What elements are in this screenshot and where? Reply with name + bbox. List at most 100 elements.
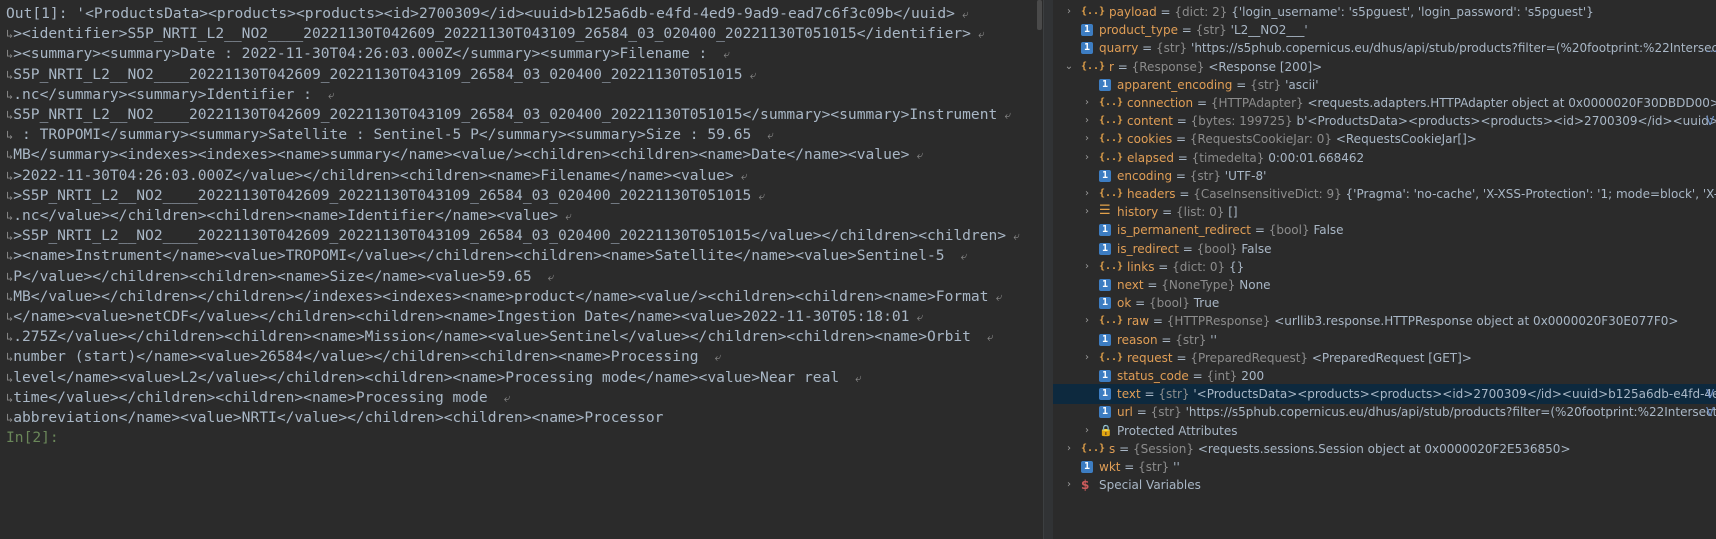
expand-arrow-icon[interactable]: › (1081, 111, 1093, 131)
variable-type: {str} (1156, 41, 1188, 56)
variable-name: elapsed (1127, 150, 1174, 165)
variable-type: {str} (1150, 405, 1182, 420)
variable-name: text (1117, 387, 1141, 402)
scalar-variable-icon: 1 (1081, 42, 1093, 55)
console-prompt[interactable]: In[2]: (6, 427, 59, 449)
expand-arrow-icon[interactable]: › (1081, 421, 1093, 441)
console-output-line: ↳>2022-11-30T04:26:03.000Z</value></chil… (6, 165, 748, 187)
soft-wrap-end-icon: ⤶ (954, 7, 969, 21)
variable-row-r[interactable]: ⌄ {..} r = {Response} <Response [200]> (1053, 57, 1716, 77)
soft-wrap-end-icon: ⤶ (751, 188, 766, 203)
variable-row-ok[interactable]: 1 ok = {bool} True (1053, 293, 1716, 313)
console-text: .nc</value></children><children><name>Id… (13, 207, 558, 224)
equals-sign: = (1115, 441, 1133, 456)
special-variables-icon: $ (1081, 478, 1090, 493)
variable-name: connection (1127, 96, 1194, 110)
soft-wrap-end-icon: ⤶ (716, 47, 731, 62)
console-text: >2022-11-30T04:26:03.000Z</value></child… (13, 166, 734, 184)
variable-row-url[interactable]: 1 url = {str} 'https://s5phub.copernicus.… (1053, 402, 1716, 422)
variable-type: {dict: 2} (1174, 5, 1228, 19)
equals-sign: = (1158, 205, 1176, 220)
variable-row-next[interactable]: 1 next = {NoneType} None (1053, 275, 1716, 295)
expand-arrow-icon[interactable]: › (1081, 148, 1093, 168)
variable-row-is_redirect[interactable]: 1 is_redirect = {bool} False (1053, 239, 1716, 259)
variable-row-elapsed[interactable]: › {..} elapsed = {timedelta} 0:00:01.66846… (1053, 148, 1716, 168)
variable-name: wkt (1099, 460, 1121, 474)
console-scroll-thumb[interactable] (1037, 0, 1042, 30)
expand-arrow-icon[interactable]: › (1063, 2, 1075, 22)
expand-arrow-icon[interactable]: › (1081, 202, 1093, 222)
variable-row-is_permanent_redirect[interactable]: 1 is_permanent_redirect = {bool} False (1053, 220, 1716, 240)
console-output-line: ↳>S5P_NRTI_L2__NO2____20221130T042609_20… (6, 185, 765, 207)
variable-value: 'ascii' (1285, 77, 1319, 92)
object-variable-icon: {..} (1081, 442, 1106, 454)
variable-value: False (1313, 223, 1344, 238)
variable-row-wkt[interactable]: 1 wkt = {str} '' (1053, 457, 1716, 477)
collapse-arrow-icon[interactable]: ⌄ (1063, 57, 1075, 77)
variable-name: product_type (1099, 23, 1178, 38)
view-value-link[interactable]: V (1706, 384, 1714, 404)
console-output-line: ↳ : TROPOMI</summary><summary>Satellite … (6, 124, 774, 146)
scalar-variable-icon: 1 (1099, 78, 1111, 91)
variable-value: b'<ProductsData><products><products><id>… (1296, 114, 1716, 129)
expand-arrow-icon[interactable]: › (1063, 439, 1075, 459)
equals-sign: = (1156, 5, 1175, 19)
variable-row-content[interactable]: › {..} content = {bytes: 199725} b'<Produc… (1053, 111, 1716, 131)
variable-value: <urllib3.response.HTTPResponse object at… (1274, 314, 1679, 329)
variable-row-text[interactable]: 1 text = {str} '<ProductsData><products><… (1053, 384, 1716, 405)
variable-row-status_code[interactable]: 1 status_code = {int} 200 (1053, 366, 1716, 386)
variable-row-s[interactable]: › {..} s = {Session} <requests.sessions.Se… (1053, 439, 1716, 459)
variable-row-history[interactable]: › ☰ history = {list: 0} [] (1053, 202, 1716, 222)
view-value-link[interactable]: V (1706, 111, 1714, 131)
list-variable-icon: ☰ (1099, 203, 1111, 219)
expand-arrow-icon[interactable]: › (1063, 475, 1075, 495)
scalar-variable-icon: 1 (1081, 24, 1093, 37)
variable-row-protected-attributes[interactable]: › 🔒 Protected Attributes (1053, 421, 1716, 441)
variable-row-reason[interactable]: 1 reason = {str} '' (1053, 330, 1716, 350)
console-output-line: ↳S5P_NRTI_L2__NO2____20221130T042609_202… (6, 64, 756, 86)
variable-type: {str} (1250, 77, 1282, 92)
console-output-panel[interactable]: Out[1]: '<ProductsData><products><produc… (0, 0, 1043, 539)
console-output-line: ↳MB</summary><indexes><indexes><name>sum… (6, 144, 923, 166)
equals-sign: = (1138, 41, 1157, 56)
variable-row-raw[interactable]: › {..} raw = {HTTPResponse} <urllib3.respo… (1053, 311, 1716, 331)
variable-row-headers[interactable]: › {..} headers = {CaseInsensitiveDict: 9} … (1053, 184, 1716, 204)
variable-value: '' (1173, 460, 1180, 474)
variable-row-links[interactable]: › {..} links = {dict: 0} {} (1053, 257, 1716, 277)
console-output-line: ↳</name><value>netCDF</value></children>… (6, 306, 923, 328)
expand-arrow-icon[interactable]: › (1081, 311, 1093, 331)
equals-sign: = (1172, 114, 1191, 129)
variable-row-special-variables[interactable]: › $ Special Variables (1053, 475, 1716, 495)
variable-row-apparent_encoding[interactable]: 1 apparent_encoding = {str} 'ascii' (1053, 75, 1716, 95)
console-text: >S5P_NRTI_L2__NO2____20221130T042609_202… (13, 227, 1007, 245)
soft-wrap-end-icon: ⤶ (707, 350, 722, 365)
view-value-link[interactable]: V (1706, 402, 1714, 422)
object-variable-icon: {..} (1099, 315, 1124, 327)
variable-type: {str} (1189, 168, 1221, 183)
variable-type: {CaseInsensitiveDict: 9} (1193, 187, 1342, 201)
view-value-link[interactable]: ... (1706, 38, 1716, 58)
console-output-line: ↳.275Z</value></children><children><name… (6, 326, 994, 348)
variable-name: next (1117, 278, 1144, 292)
console-text: level</name><value>L2</value></children>… (13, 368, 848, 386)
equals-sign: = (1193, 96, 1211, 110)
expand-arrow-icon[interactable]: › (1081, 93, 1093, 113)
variable-row-cookies[interactable]: › {..} cookies = {RequestsCookieJar: 0} <R… (1053, 129, 1716, 149)
variable-name: is_permanent_redirect (1117, 223, 1252, 238)
expand-arrow-icon[interactable]: › (1081, 129, 1093, 149)
console-scrollbar[interactable] (1035, 0, 1042, 539)
equals-sign: = (1251, 223, 1269, 238)
expand-arrow-icon[interactable]: › (1081, 184, 1093, 204)
soft-wrap-end-icon: ⤶ (320, 87, 335, 102)
variable-row-connection[interactable]: › {..} connection = {HTTPAdapter} <request… (1053, 93, 1716, 113)
variable-row-encoding[interactable]: 1 encoding = {str} 'UTF-8' (1053, 166, 1716, 186)
variable-row-payload[interactable]: › {..} payload = {dict: 2} {'login_usernam… (1053, 2, 1716, 22)
variable-row-product_type[interactable]: 1 product_type = {str} 'L2__NO2___' (1053, 20, 1716, 40)
expand-arrow-icon[interactable]: › (1081, 348, 1093, 368)
scalar-variable-icon: 1 (1099, 279, 1111, 291)
variable-type: {str} (1175, 332, 1207, 347)
variable-row-quarry[interactable]: 1 quarry = {str} 'https://s5phub.copernic… (1053, 38, 1716, 58)
variable-row-request[interactable]: › {..} request = {PreparedRequest} <Prepar… (1053, 348, 1716, 368)
variable-name: request (1127, 350, 1173, 365)
expand-arrow-icon[interactable]: › (1081, 257, 1093, 277)
